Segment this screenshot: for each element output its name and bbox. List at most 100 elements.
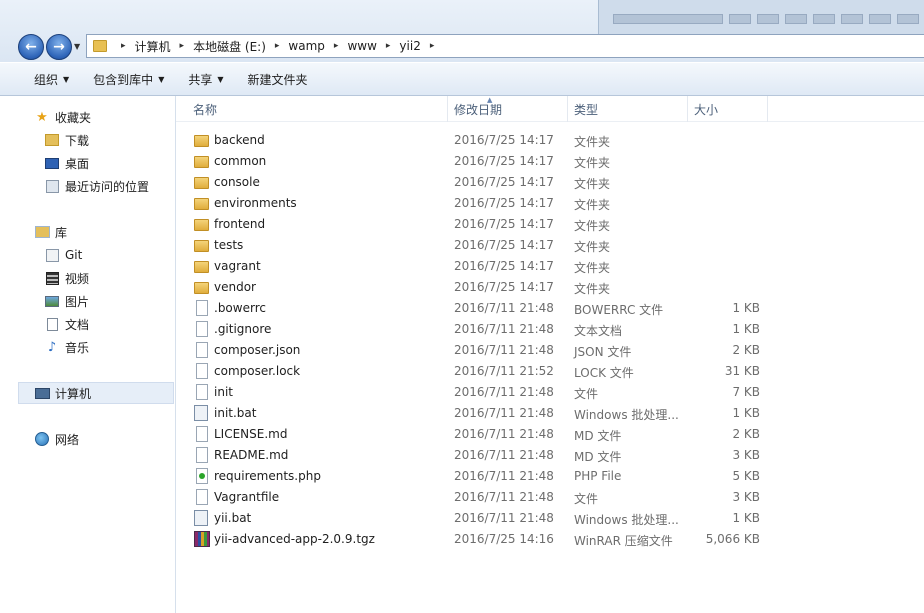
folder-icon bbox=[194, 156, 209, 168]
file-row[interactable]: yii.bat 2016/7/11 21:48 Windows 批处理... 1 KB bbox=[176, 508, 924, 529]
file-date: 2016/7/11 21:48 bbox=[454, 511, 554, 525]
nav-git[interactable]: Git bbox=[44, 245, 82, 265]
nav-computer[interactable]: 计算机 bbox=[34, 383, 91, 403]
file-size: 2 KB bbox=[732, 427, 760, 441]
nav-label: 库 bbox=[55, 225, 68, 240]
file-row[interactable]: vagrant 2016/7/25 14:17 文件夹 bbox=[176, 256, 924, 277]
folder-icon bbox=[194, 198, 209, 210]
file-row[interactable]: console 2016/7/25 14:17 文件夹 bbox=[176, 172, 924, 193]
chevron-right-icon[interactable]: ▸ bbox=[121, 41, 126, 51]
column-header-type[interactable]: 类型 bbox=[568, 96, 688, 122]
nav-favorites[interactable]: ★ 收藏夹 bbox=[34, 107, 91, 127]
chevron-right-icon[interactable]: ▸ bbox=[334, 41, 339, 51]
library-icon bbox=[34, 224, 50, 240]
nav-downloads[interactable]: 下载 bbox=[44, 130, 89, 150]
nav-documents[interactable]: 文档 bbox=[44, 314, 89, 334]
file-date: 2016/7/25 14:17 bbox=[454, 133, 554, 147]
file-name: environments bbox=[214, 196, 297, 210]
file-row[interactable]: vendor 2016/7/25 14:17 文件夹 bbox=[176, 277, 924, 298]
file-size: 1 KB bbox=[732, 301, 760, 315]
file-type: 文件夹 bbox=[574, 156, 611, 170]
address-area: ← → ▼ ▸ 计算机 ▸ 本地磁盘 (E:) ▸ wamp ▸ www ▸ y… bbox=[0, 0, 924, 62]
address-bar[interactable]: ▸ 计算机 ▸ 本地磁盘 (E:) ▸ wamp ▸ www ▸ yii2 ▸ bbox=[86, 34, 924, 58]
nav-recent-places[interactable]: 最近访问的位置 bbox=[44, 176, 149, 196]
file-size: 31 KB bbox=[724, 364, 760, 378]
file-row[interactable]: backend 2016/7/25 14:17 文件夹 bbox=[176, 130, 924, 151]
file-type: Windows 批处理... bbox=[574, 513, 679, 527]
organize-button[interactable]: 组织 ▼ bbox=[0, 71, 81, 88]
file-type: 文件夹 bbox=[574, 198, 611, 212]
file-type: 文件 bbox=[574, 492, 599, 506]
file-icon bbox=[196, 321, 208, 337]
file-row[interactable]: environments 2016/7/25 14:17 文件夹 bbox=[176, 193, 924, 214]
file-type: 文件夹 bbox=[574, 219, 611, 233]
file-row[interactable]: README.md 2016/7/11 21:48 MD 文件 3 KB bbox=[176, 445, 924, 466]
network-icon bbox=[34, 431, 50, 447]
back-button[interactable]: ← bbox=[18, 34, 44, 60]
file-icon bbox=[196, 363, 208, 379]
breadcrumb-wamp[interactable]: wamp bbox=[288, 39, 324, 53]
column-header-name[interactable]: 名称 bbox=[176, 96, 448, 122]
file-row[interactable]: .bowerrc 2016/7/11 21:48 BOWERRC 文件 1 KB bbox=[176, 298, 924, 319]
organize-label: 组织 bbox=[34, 72, 59, 87]
file-type: MD 文件 bbox=[574, 450, 622, 464]
chevron-right-icon[interactable]: ▸ bbox=[275, 41, 280, 51]
file-name: init bbox=[214, 385, 233, 399]
file-row[interactable]: init.bat 2016/7/11 21:48 Windows 批处理... 1 K… bbox=[176, 403, 924, 424]
file-type: 文件夹 bbox=[574, 240, 611, 254]
file-row[interactable]: requirements.php 2016/7/11 21:48 PHP File 5… bbox=[176, 466, 924, 487]
folder-icon bbox=[194, 240, 209, 252]
file-date: 2016/7/25 14:17 bbox=[454, 196, 554, 210]
file-row[interactable]: Vagrantfile 2016/7/11 21:48 文件 3 KB bbox=[176, 487, 924, 508]
recent-pages-dropdown[interactable]: ▼ bbox=[74, 42, 80, 51]
nav-label: 图片 bbox=[65, 294, 90, 309]
chevron-right-icon[interactable]: ▸ bbox=[430, 41, 435, 51]
file-name: yii.bat bbox=[214, 511, 252, 525]
column-name-label: 名称 bbox=[193, 103, 218, 117]
new-folder-button[interactable]: 新建文件夹 bbox=[236, 71, 320, 88]
share-button[interactable]: 共享 ▼ bbox=[176, 71, 235, 88]
batch-file-icon bbox=[194, 405, 208, 421]
file-name: tests bbox=[214, 238, 244, 252]
chevron-right-icon[interactable]: ▸ bbox=[386, 41, 391, 51]
file-row[interactable]: init 2016/7/11 21:48 文件 7 KB bbox=[176, 382, 924, 403]
file-icon bbox=[196, 342, 208, 358]
file-type: 文件夹 bbox=[574, 135, 611, 149]
nav-pictures[interactable]: 图片 bbox=[44, 291, 89, 311]
nav-videos[interactable]: 视频 bbox=[44, 268, 89, 288]
column-size-label: 大小 bbox=[694, 103, 719, 117]
file-row[interactable]: tests 2016/7/25 14:17 文件夹 bbox=[176, 235, 924, 256]
file-type: JSON 文件 bbox=[574, 345, 632, 359]
file-type: 文本文档 bbox=[574, 324, 623, 338]
breadcrumb-www[interactable]: www bbox=[347, 39, 376, 53]
file-row[interactable]: composer.json 2016/7/11 21:48 JSON 文件 2 KB bbox=[176, 340, 924, 361]
chevron-right-icon[interactable]: ▸ bbox=[180, 41, 185, 51]
file-row[interactable]: composer.lock 2016/7/11 21:52 LOCK 文件 31 KB bbox=[176, 361, 924, 382]
file-row[interactable]: yii-advanced-app-2.0.9.tgz 2016/7/25 14:1… bbox=[176, 529, 924, 550]
file-type: 文件夹 bbox=[574, 282, 611, 296]
file-date: 2016/7/11 21:48 bbox=[454, 301, 554, 315]
nav-libraries[interactable]: 库 bbox=[34, 222, 67, 242]
include-in-library-button[interactable]: 包含到库中 ▼ bbox=[81, 71, 176, 88]
file-row[interactable]: frontend 2016/7/25 14:17 文件夹 bbox=[176, 214, 924, 235]
file-row[interactable]: LICENSE.md 2016/7/11 21:48 MD 文件 2 KB bbox=[176, 424, 924, 445]
forward-button[interactable]: → bbox=[46, 34, 72, 60]
column-headers: 名称 ▲ 修改日期 类型 大小 bbox=[176, 96, 924, 122]
file-name: init.bat bbox=[214, 406, 257, 420]
file-name: vagrant bbox=[214, 259, 261, 273]
file-row[interactable]: common 2016/7/25 14:17 文件夹 bbox=[176, 151, 924, 172]
breadcrumb-computer[interactable]: 计算机 bbox=[135, 38, 171, 55]
file-date: 2016/7/25 14:17 bbox=[454, 280, 554, 294]
background-window bbox=[598, 0, 924, 34]
file-name: Vagrantfile bbox=[214, 490, 280, 504]
include-in-library-label: 包含到库中 bbox=[93, 72, 154, 87]
file-row[interactable]: .gitignore 2016/7/11 21:48 文本文档 1 KB bbox=[176, 319, 924, 340]
breadcrumb-drive[interactable]: 本地磁盘 (E:) bbox=[193, 38, 266, 55]
breadcrumb-yii2[interactable]: yii2 bbox=[399, 39, 420, 53]
column-header-date[interactable]: 修改日期 bbox=[448, 96, 568, 122]
file-name: composer.lock bbox=[214, 364, 301, 378]
nav-network[interactable]: 网络 bbox=[34, 429, 79, 449]
nav-music[interactable]: ♪ 音乐 bbox=[44, 337, 89, 357]
column-header-size[interactable]: 大小 bbox=[688, 96, 768, 122]
nav-desktop[interactable]: 桌面 bbox=[44, 153, 89, 173]
